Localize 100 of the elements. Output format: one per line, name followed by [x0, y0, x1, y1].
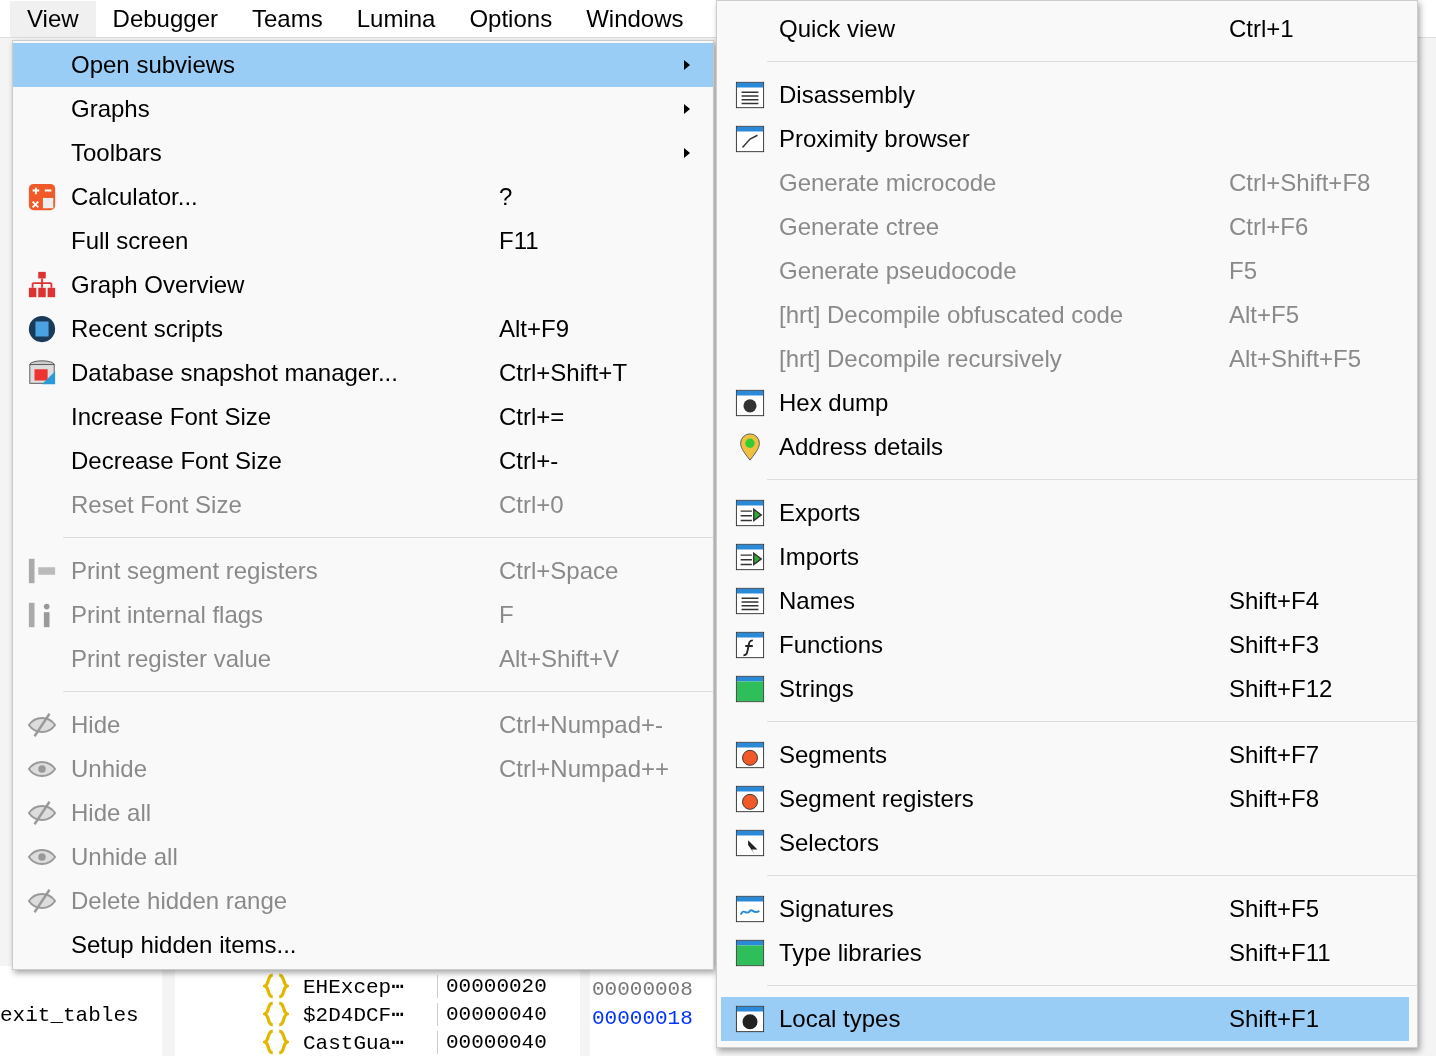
menu-item[interactable]: Open subviews — [13, 43, 713, 87]
submenu-arrow-icon — [683, 103, 691, 115]
menu-item-label: Address details — [779, 433, 945, 461]
menu-bar-item[interactable]: Lumina — [339, 0, 453, 37]
hex-value: 00000018 — [592, 1007, 694, 1030]
shortcut-text: F11 — [499, 227, 540, 255]
menu-item[interactable]: Names Shift+F4 — [721, 579, 1409, 623]
shortcut-text: Ctrl+Numpad++ — [499, 755, 671, 783]
menu-item-label: Hide — [71, 711, 122, 739]
menu-item[interactable]: Functions Shift+F3 — [721, 623, 1409, 667]
menu-item-label: Functions — [779, 631, 885, 659]
type-name: $2D4DCF⋯ — [303, 1002, 405, 1027]
type-size: 00000040 — [437, 1002, 547, 1026]
menu-item-label: Delete hidden range — [71, 887, 289, 915]
menu-item[interactable]: Exports — [721, 491, 1409, 535]
menu-item-label: Segment registers — [779, 785, 975, 813]
shortcut-text: Alt+Shift+F5 — [1229, 345, 1363, 373]
menu-item-label: Hex dump — [779, 389, 890, 417]
function-window-icon — [735, 630, 765, 660]
menu-item[interactable]: Local types Shift+F1 — [721, 997, 1409, 1041]
menu-item-label: Full screen — [71, 227, 190, 255]
shortcut-text: ? — [499, 183, 514, 211]
menu-item[interactable]: Segment registers Shift+F8 — [721, 777, 1409, 821]
shortcut-text: Shift+F3 — [1229, 631, 1321, 659]
hex-value: 00000008 — [592, 978, 694, 1001]
shortcut-text: Ctrl+0 — [499, 491, 565, 519]
menu-item-label: Calculator... — [71, 183, 199, 211]
submenu-arrow-icon — [683, 59, 691, 71]
menu-item[interactable]: Setup hidden items... — [13, 923, 713, 967]
menu-item-label: [hrt] Decompile recursively — [779, 345, 1063, 373]
menu-item-label: Print segment registers — [71, 557, 319, 585]
menu-item-label: Toolbars — [71, 139, 163, 167]
shortcut-text: Ctrl+F6 — [1229, 213, 1310, 241]
menu-bar-item[interactable]: View — [10, 0, 96, 37]
menu-item[interactable]: Graphs — [13, 87, 713, 131]
menu-item[interactable]: Segments Shift+F7 — [721, 733, 1409, 777]
menu-bar-item[interactable]: Windows — [569, 0, 701, 37]
menu-item-label: Strings — [779, 675, 855, 703]
menu-item-label: Recent scripts — [71, 315, 225, 343]
menu-item-label: Names — [779, 587, 857, 615]
struct-icon — [263, 1029, 289, 1055]
menu-item[interactable]: Selectors — [721, 821, 1409, 865]
shortcut-text: Shift+F8 — [1229, 785, 1321, 813]
menu-item-label: Exports — [779, 499, 862, 527]
menu-item[interactable]: Quick view Ctrl+1 — [721, 7, 1409, 51]
menu-item-label: Database snapshot manager... — [71, 359, 399, 387]
import-window-icon — [735, 542, 765, 572]
hierarchy-icon — [27, 270, 57, 300]
menu-item[interactable]: Proximity browser — [721, 117, 1409, 161]
menu-item-label: Print register value — [71, 645, 273, 673]
shortcut-text: F — [499, 601, 515, 629]
export-window-icon — [735, 498, 765, 528]
menu-item[interactable]: Recent scripts Alt+F9 — [13, 307, 713, 351]
type-size: 00000020 — [437, 974, 547, 998]
crossed-eye-icon — [27, 798, 57, 828]
type-name: EHExcep⋯ — [303, 974, 405, 999]
menu-item-label: Decrease Font Size — [71, 447, 283, 475]
menu-item-label: Segments — [779, 741, 889, 769]
shortcut-text: Ctrl+Shift+T — [499, 359, 629, 387]
menu-item-label: Reset Font Size — [71, 491, 243, 519]
menu-bar-item[interactable]: Debugger — [95, 0, 235, 37]
menu-item-label: Generate microcode — [779, 169, 998, 197]
menu-item[interactable]: Disassembly — [721, 73, 1409, 117]
menu-item-label: Signatures — [779, 895, 895, 923]
menu-bar-item[interactable]: Teams — [235, 0, 340, 37]
shortcut-text: Alt+F9 — [499, 315, 571, 343]
name-entry: exit_tables — [0, 1003, 140, 1027]
shortcut-text: F5 — [1229, 257, 1258, 285]
shortcut-text: Alt+Shift+V — [499, 645, 621, 673]
menu-item[interactable]: Strings Shift+F12 — [721, 667, 1409, 711]
struct-icon — [263, 1001, 289, 1027]
signature-window-icon — [735, 894, 765, 924]
menu-item[interactable]: Decrease Font Size Ctrl+- — [13, 439, 713, 483]
menu-item-label: Open subviews — [71, 51, 237, 79]
menu-item[interactable]: Increase Font Size Ctrl+= — [13, 395, 713, 439]
menu-item[interactable]: Full screen F11 — [13, 219, 713, 263]
shortcut-text: Ctrl+Numpad+- — [499, 711, 665, 739]
type-name: CastGua⋯ — [303, 1030, 405, 1055]
menu-item-label: Type libraries — [779, 939, 923, 967]
menu-item[interactable]: Signatures Shift+F5 — [721, 887, 1409, 931]
menu-item[interactable]: Database snapshot manager... Ctrl+Shift+T — [13, 351, 713, 395]
cursor-window-icon — [735, 828, 765, 858]
menu-item[interactable]: Imports — [721, 535, 1409, 579]
shortcut-text: Ctrl+1 — [1229, 15, 1295, 43]
shortcut-text: Shift+F4 — [1229, 587, 1321, 615]
menu-item[interactable]: Graph Overview — [13, 263, 713, 307]
menu-item[interactable]: Toolbars — [13, 131, 713, 175]
shortcut-text: Alt+F5 — [1229, 301, 1301, 329]
menu-item-label: Generate ctree — [779, 213, 941, 241]
shortcut-text: Shift+F12 — [1229, 675, 1334, 703]
menu-item[interactable]: Hex dump — [721, 381, 1409, 425]
menu-item-label: Increase Font Size — [71, 403, 273, 431]
menu-item[interactable]: Calculator... ? — [13, 175, 713, 219]
menu-item-label: Selectors — [779, 829, 881, 857]
calculator-icon — [27, 182, 57, 212]
menu-bar-item[interactable]: Options — [452, 0, 570, 37]
menu-item-label: Quick view — [779, 15, 897, 43]
menu-item[interactable]: Address details — [721, 425, 1409, 469]
shortcut-text: Ctrl+- — [499, 447, 560, 475]
menu-item[interactable]: Type libraries Shift+F11 — [721, 931, 1409, 975]
